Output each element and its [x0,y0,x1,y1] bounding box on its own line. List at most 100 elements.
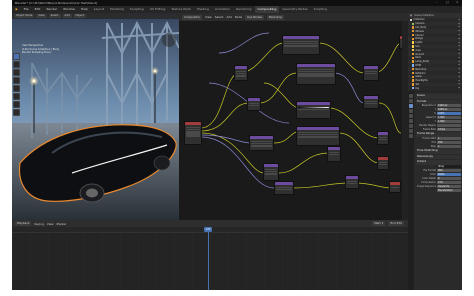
visibility-eye-icon[interactable]: ◉ [458,26,460,28]
visibility-eye-icon[interactable]: ◉ [458,45,460,47]
visibility-eye-icon[interactable]: ◉ [458,83,460,85]
world-tab-icon[interactable] [409,119,413,123]
property-field[interactable]: 1.000 [437,116,461,120]
tab-compositing[interactable]: Compositing [254,6,280,13]
tab-uv-editing[interactable]: UV Editing [147,6,169,13]
panel-header[interactable]: Time Stretching [416,149,461,154]
timeline-tracks[interactable] [12,233,408,290]
viewport-select-menu[interactable]: Select [48,14,61,18]
tool-tab-icon[interactable] [409,94,413,98]
visibility-eye-icon[interactable]: ◉ [458,23,460,25]
property-field[interactable]: PNG [437,169,461,173]
timeline[interactable]: Playback Keying View Marker Start 1 End … [12,220,408,290]
properties-editor[interactable]: Scene Format Resolution X 1920 px Y 1080 px%… [408,92,462,290]
navigation-gizmo[interactable] [162,33,176,47]
rotate-tool-icon[interactable] [13,77,20,84]
node-filter[interactable] [363,65,379,81]
property-field[interactable]: /tmp/ [437,165,461,169]
annotate-tool-icon[interactable] [13,101,20,108]
viewport-add-menu[interactable]: Add [62,14,72,18]
object-mode-dropdown[interactable]: Object Mode [14,14,35,18]
scale-tool-icon[interactable] [13,85,20,92]
tab-rendering[interactable]: Rendering [233,6,254,13]
property-field[interactable]: 1 [437,144,461,148]
visibility-eye-icon[interactable]: ◉ [458,57,460,59]
3d-viewport[interactable]: Object Mode View Select Add Object User … [12,13,179,220]
object-tab-icon[interactable] [409,124,413,128]
tab-geometry-nodes[interactable]: Geometry Nodes [279,6,310,13]
property-field[interactable]: 100% [437,112,461,116]
timeline-marker-menu[interactable]: Marker [57,222,67,226]
timeline-view-menu[interactable]: View [47,222,54,226]
material-tab-icon[interactable] [409,134,413,138]
property-field[interactable]: Placeholders [437,188,461,192]
playhead-line[interactable] [208,232,209,290]
timeline-keying-menu[interactable]: Keying [34,222,43,226]
property-field[interactable]: 1 [437,137,461,141]
property-field[interactable]: 1080 px [437,108,461,112]
node-viewer[interactable] [377,156,389,170]
visibility-eye-icon[interactable]: ◉ [458,87,460,89]
node-mix[interactable] [247,97,261,111]
visibility-eye-icon[interactable]: ◉ [458,30,460,32]
node-exposure[interactable] [327,146,341,162]
property-field[interactable]: 1920 px [437,104,461,108]
menu-render[interactable]: Render [43,6,60,13]
property-field[interactable]: RGBA [437,173,461,177]
outliner-item[interactable]: Rig ◉ [408,86,462,90]
visibility-eye-icon[interactable]: ◉ [458,19,460,21]
select-tool-icon[interactable] [13,53,20,60]
node-blur[interactable] [234,65,248,81]
visibility-eye-icon[interactable]: ◉ [458,68,460,70]
panel-header[interactable]: Stereoscopy [416,154,461,160]
property-field[interactable] [437,123,461,127]
measure-tool-icon[interactable] [13,109,20,116]
output-tab-icon[interactable] [409,104,413,108]
tab-layout[interactable]: Layout [91,6,107,13]
node-color-ramp[interactable] [296,101,331,119]
frame-start-field[interactable]: Start 1 [371,221,386,226]
menu-window[interactable]: Window [60,6,78,13]
tab-animation[interactable]: Animation [212,6,233,13]
node-gamma[interactable] [345,175,359,189]
timeline-playback-menu[interactable]: Playback [15,221,32,226]
transform-tool-icon[interactable] [13,93,20,100]
node-hue-saturation[interactable] [296,63,336,85]
menu-edit[interactable]: Edit [32,6,44,13]
visibility-eye-icon[interactable]: ◉ [458,34,460,36]
visibility-eye-icon[interactable]: ◉ [458,72,460,74]
property-field[interactable]: Overwrite [437,184,461,188]
node-set-alpha[interactable] [377,131,389,145]
render-tab-icon[interactable] [409,99,413,103]
visibility-eye-icon[interactable]: ◉ [458,61,460,63]
node-denoise[interactable] [363,95,379,109]
view-layer-tab-icon[interactable] [409,109,413,113]
tab-texture-paint[interactable]: Texture Paint [168,6,193,13]
node-lens-distortion[interactable] [274,181,294,195]
maximize-icon[interactable]: □ [446,1,450,4]
property-field[interactable]: 1.000 [437,120,461,123]
visibility-eye-icon[interactable]: ◉ [458,49,460,51]
node-file-output[interactable] [389,181,401,193]
visibility-eye-icon[interactable]: ◉ [458,64,460,66]
node-color-balance[interactable] [249,135,274,151]
render-layers-node[interactable] [184,121,202,145]
visibility-eye-icon[interactable]: ◉ [458,42,460,44]
menu-help[interactable]: Help [78,6,91,13]
tab-scripting[interactable]: Scripting [311,6,330,13]
compositor-node-editor[interactable]: Compositor View Select Add Node Use Node… [179,13,408,220]
menu-file[interactable]: File [21,6,32,13]
visibility-eye-icon[interactable]: ◉ [458,38,460,40]
node-glare[interactable] [263,163,279,181]
blender-logo-icon[interactable]: ◉ [12,6,21,13]
property-field[interactable]: 250 [437,141,461,145]
visibility-eye-icon[interactable]: ◉ [458,76,460,78]
tab-sculpting[interactable]: Sculpting [127,6,147,13]
property-field[interactable]: 8 [437,177,461,181]
minimize-icon[interactable]: – [436,1,440,4]
close-icon[interactable]: × [456,1,460,4]
node-alpha-over[interactable] [296,126,340,146]
move-tool-icon[interactable] [13,69,20,76]
property-field[interactable]: 15% [437,180,461,184]
viewport-view-menu[interactable]: View [36,14,47,18]
